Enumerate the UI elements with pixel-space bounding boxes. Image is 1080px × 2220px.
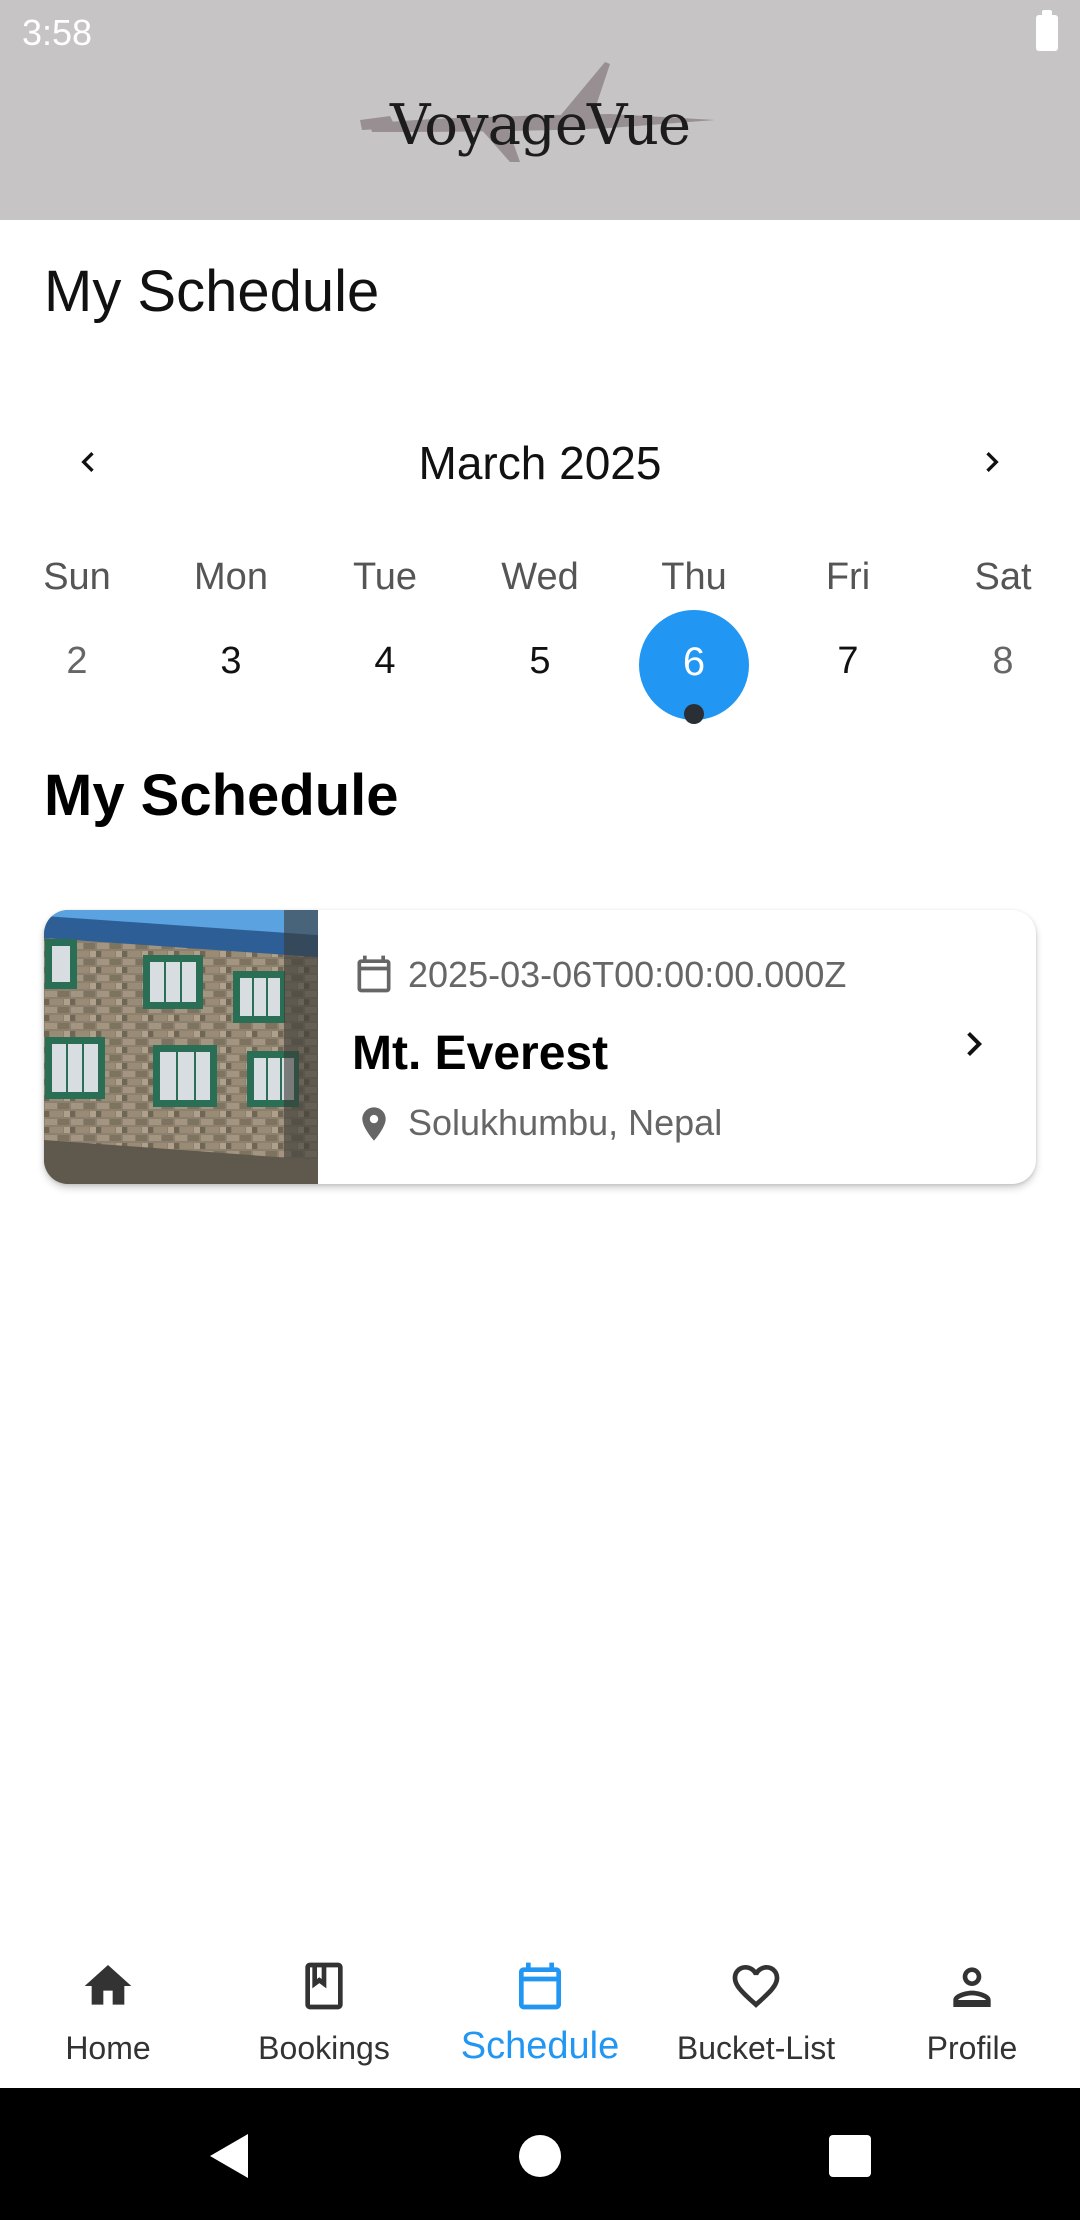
day-cell-selected[interactable]: 6 — [639, 610, 749, 724]
nav-label: Profile — [926, 2030, 1018, 2066]
weekday-label: Tue — [352, 556, 418, 598]
nav-bucket-list[interactable]: Bucket-List — [648, 1930, 864, 2088]
bottom-navigation: Home Bookings Schedule Bucket-List Profi… — [0, 1930, 1080, 2088]
location-pin-icon — [362, 1107, 386, 1141]
nav-label: Schedule — [460, 2025, 620, 2067]
battery-icon — [1036, 10, 1058, 51]
nav-bookings[interactable]: Bookings — [216, 1930, 432, 2088]
nav-label: Bucket-List — [676, 2030, 836, 2066]
home-circle-icon[interactable] — [512, 2128, 568, 2184]
person-icon — [953, 1967, 991, 2007]
section-title: My Schedule — [44, 763, 399, 828]
weekday-label: Mon — [194, 556, 268, 598]
page-title: My Schedule — [44, 259, 380, 324]
recents-icon[interactable] — [822, 2128, 878, 2184]
calendar-header: March 2025 — [0, 420, 1080, 504]
day-cell[interactable]: 2 — [0, 640, 154, 690]
app-logo: VoyageVue — [389, 93, 691, 158]
nav-schedule[interactable]: Schedule — [432, 1930, 648, 2088]
next-week-button[interactable] — [964, 434, 1020, 490]
weekday-label: Sun — [43, 556, 111, 598]
day-cell[interactable]: 3 — [154, 640, 308, 690]
calendar-icon — [357, 955, 391, 993]
day-cell[interactable]: 5 — [463, 640, 617, 690]
app-header: VoyageVue — [0, 62, 1080, 220]
month-label: March 2025 — [418, 437, 662, 489]
weekday-row: Sun Mon Tue Wed Thu Fri Sat — [0, 552, 1080, 602]
heart-icon — [732, 1965, 780, 2008]
day-cell[interactable]: 7 — [771, 640, 925, 690]
calendar-icon — [519, 1962, 561, 2010]
home-icon — [84, 1965, 132, 2005]
status-time: 3:58 — [22, 12, 93, 53]
nav-label: Bookings — [258, 2030, 390, 2066]
day-row: 2 3 4 5 6 7 8 — [0, 610, 1080, 724]
event-indicator-dot — [684, 704, 704, 724]
selected-day-number: 6 — [682, 640, 706, 684]
chevron-right-icon[interactable] — [950, 1020, 998, 1068]
lodge-photo — [44, 910, 318, 1184]
bookmark-icon — [305, 1962, 343, 2010]
back-icon[interactable] — [200, 2128, 256, 2184]
schedule-date: 2025-03-06T00:00:00.000Z — [408, 954, 847, 995]
weekday-label: Fri — [825, 556, 871, 598]
schedule-location: Solukhumbu, Nepal — [408, 1102, 723, 1143]
day-cell[interactable]: 4 — [308, 640, 462, 690]
weekday-label: Wed — [501, 556, 579, 598]
schedule-title: Mt. Everest — [352, 1027, 609, 1080]
nav-label: Home — [65, 2030, 151, 2066]
schedule-card[interactable]: 2025-03-06T00:00:00.000Z Mt. Everest Sol… — [44, 910, 1036, 1184]
nav-home[interactable]: Home — [0, 1930, 216, 2088]
chevron-right-icon — [986, 452, 999, 472]
day-cell[interactable]: 8 — [926, 640, 1080, 690]
weekday-label: Sat — [974, 556, 1032, 598]
nav-profile[interactable]: Profile — [864, 1930, 1080, 2088]
system-navigation-bar — [0, 2088, 1080, 2220]
weekday-label: Thu — [661, 556, 727, 598]
status-bar: 3:58 — [0, 0, 1080, 68]
